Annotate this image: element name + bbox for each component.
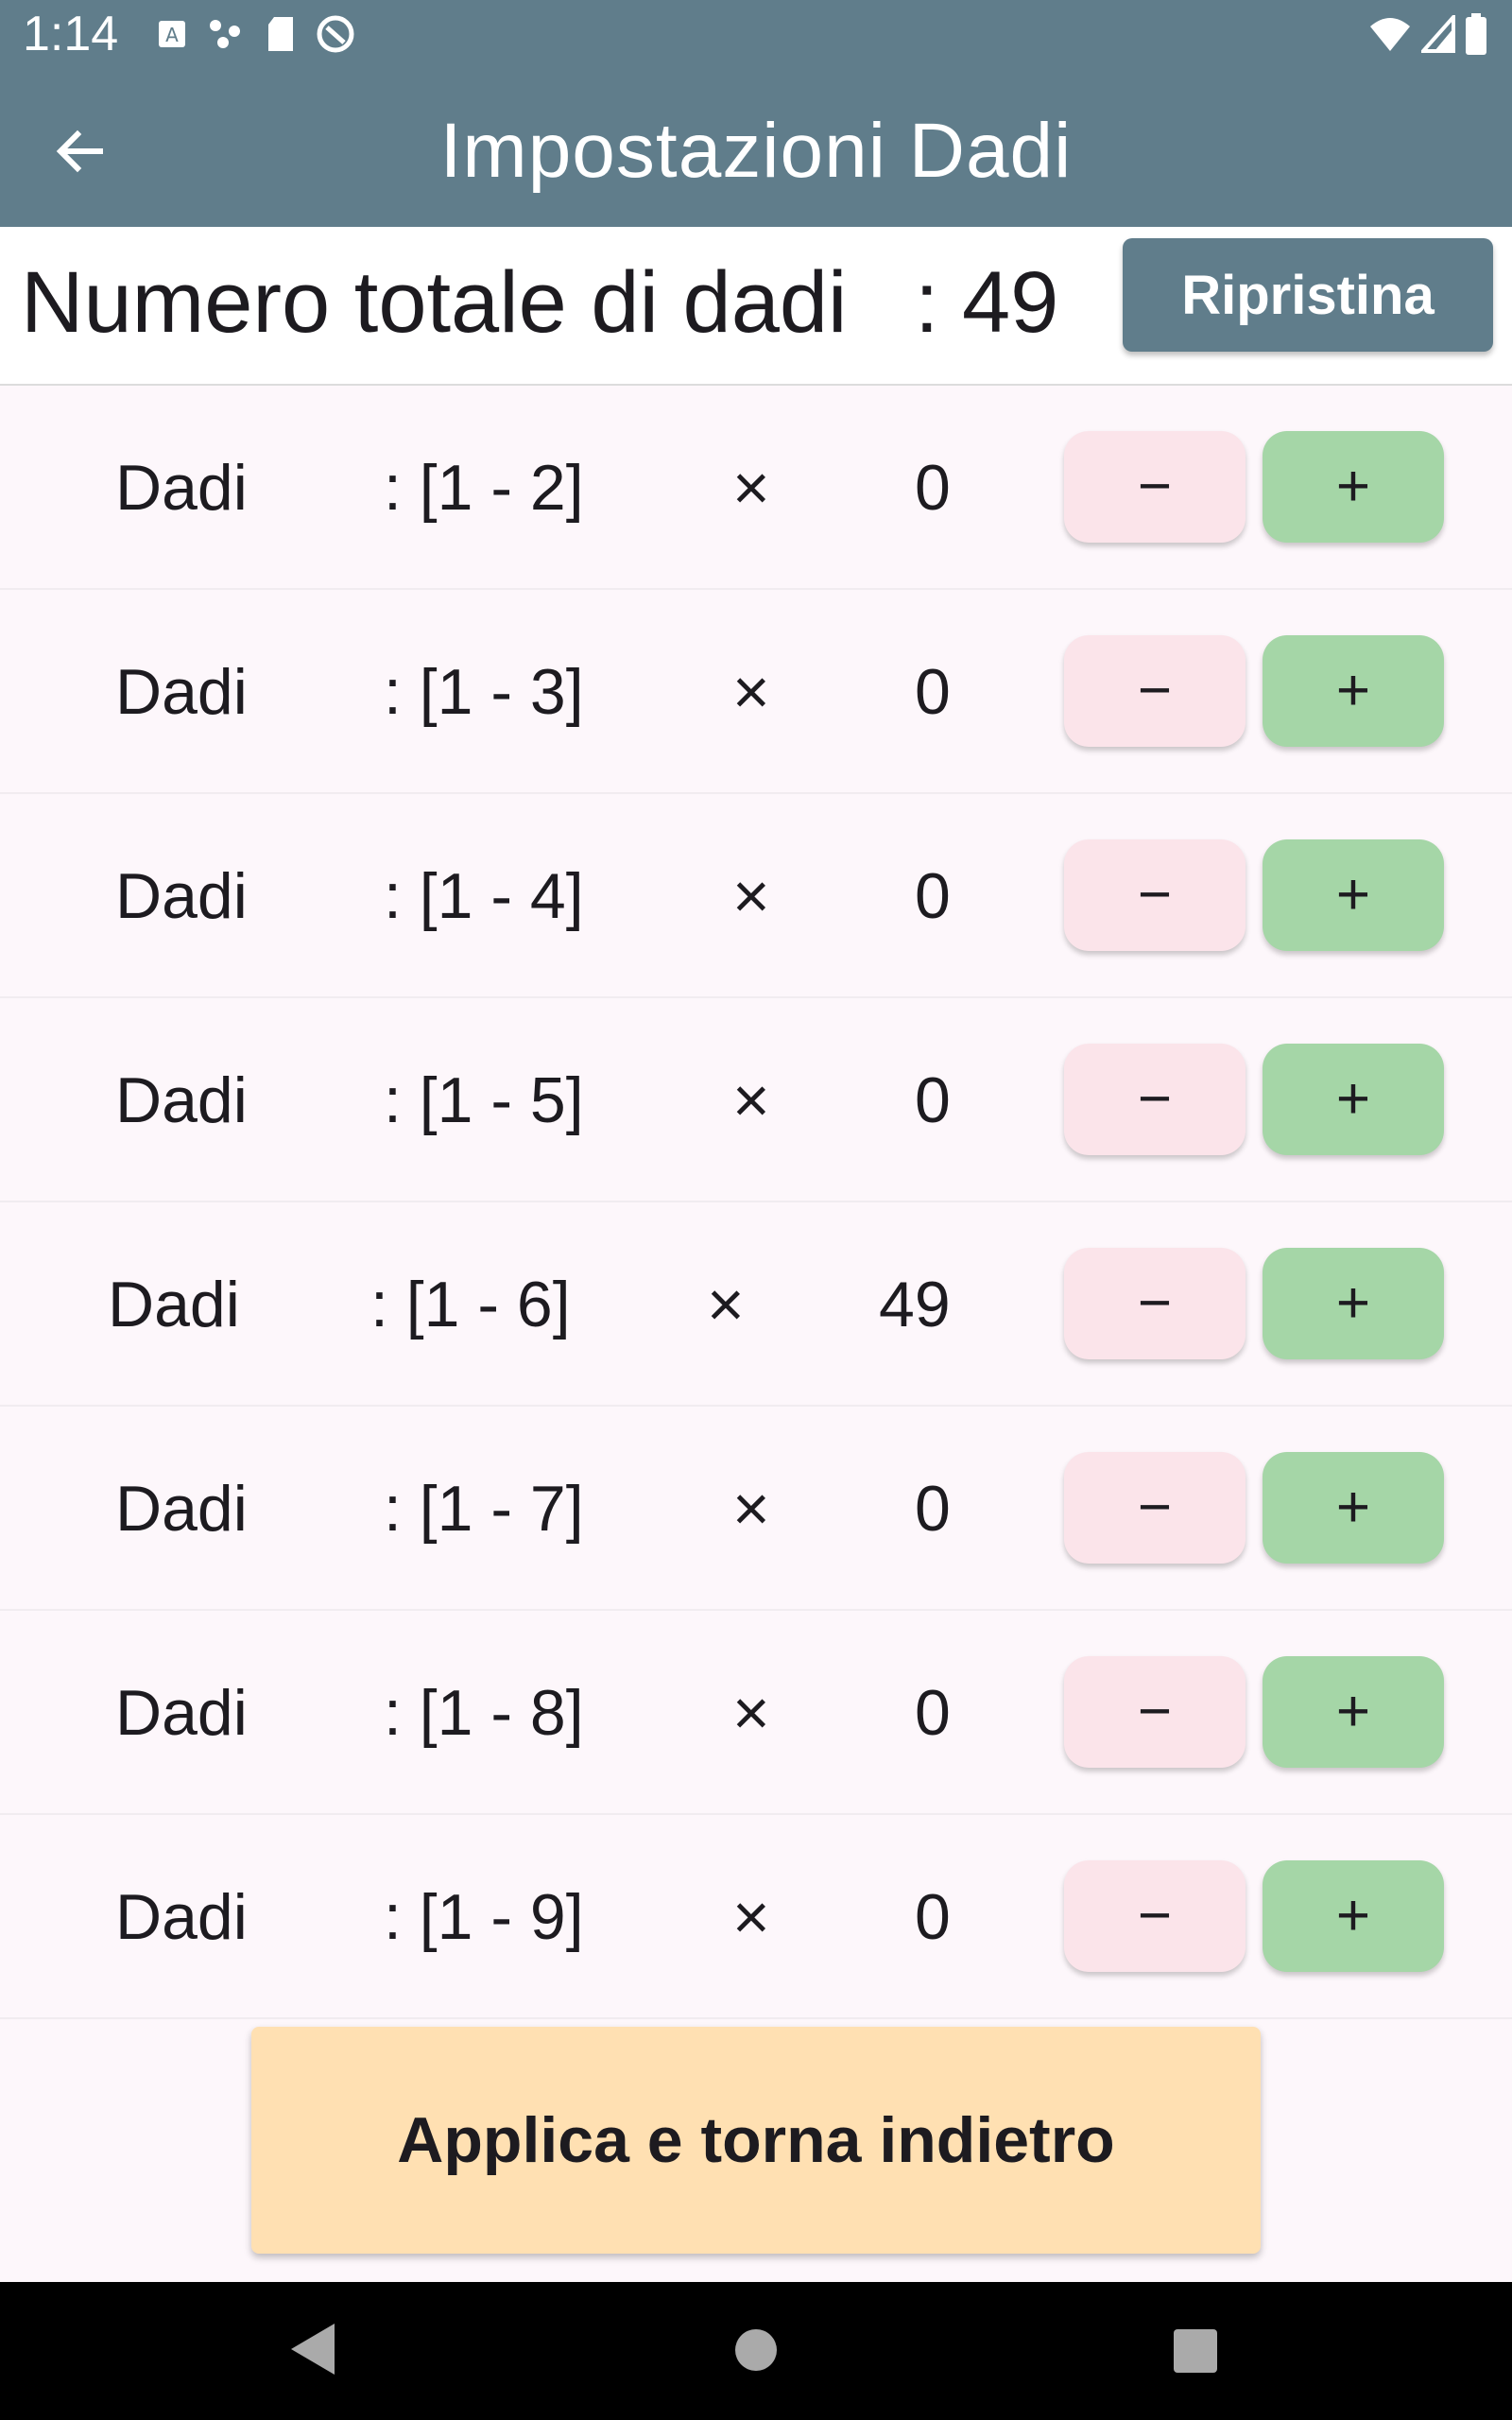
- dice-row-1-7: Dadi : [1 - 7] × 0 − +: [0, 1407, 1512, 1611]
- dice-label: Dadi: [115, 1473, 248, 1545]
- increment-button[interactable]: +: [1263, 431, 1444, 543]
- dice-count: 0: [915, 1064, 951, 1136]
- signal-icon: [1421, 15, 1455, 53]
- increment-button[interactable]: +: [1263, 839, 1444, 951]
- nav-back-icon[interactable]: [289, 2322, 338, 2377]
- times-icon: ×: [732, 860, 770, 932]
- sync-icon: [317, 15, 354, 53]
- dice-label: Dadi: [115, 452, 248, 524]
- dice-count: 0: [915, 452, 951, 524]
- times-icon: ×: [732, 1881, 770, 1953]
- a-notification-icon: A: [159, 21, 185, 47]
- reset-button[interactable]: Ripristina: [1123, 238, 1493, 352]
- dice-row-1-8: Dadi : [1 - 8] × 0 − +: [0, 1611, 1512, 1815]
- increment-button[interactable]: +: [1263, 1656, 1444, 1768]
- status-time: 1:14: [23, 7, 119, 61]
- sd-card-icon: [268, 17, 293, 51]
- dice-label: Dadi: [108, 1269, 240, 1340]
- dice-label: Dadi: [115, 1677, 248, 1749]
- system-nav-bar: [0, 2282, 1512, 2420]
- nav-home-icon[interactable]: [735, 2329, 777, 2371]
- nav-recents-icon[interactable]: [1174, 2329, 1217, 2373]
- increment-button[interactable]: +: [1263, 635, 1444, 747]
- dice-row-1-5: Dadi : [1 - 5] × 0 − +: [0, 998, 1512, 1202]
- dice-row-1-4: Dadi : [1 - 4] × 0 − +: [0, 794, 1512, 998]
- dice-label: Dadi: [115, 1881, 248, 1953]
- dice-range: : [1 - 6]: [370, 1269, 571, 1340]
- dice-range: : [1 - 8]: [384, 1677, 584, 1749]
- dice-range: : [1 - 3]: [384, 656, 584, 728]
- times-icon: ×: [707, 1269, 745, 1340]
- decrement-button[interactable]: −: [1064, 1044, 1246, 1155]
- total-dice-colon: :: [915, 254, 939, 351]
- app-bar: Impostazioni Dadi: [0, 68, 1512, 227]
- increment-button[interactable]: +: [1263, 1248, 1444, 1359]
- decrement-button[interactable]: −: [1064, 1248, 1246, 1359]
- dice-count: 49: [879, 1269, 951, 1340]
- dice-count: 0: [915, 860, 951, 932]
- apply-and-back-button[interactable]: Applica e torna indietro: [251, 2027, 1261, 2254]
- dice-count: 0: [915, 1881, 951, 1953]
- dice-row-1-9: Dadi : [1 - 9] × 0 − +: [0, 1815, 1512, 2019]
- times-icon: ×: [732, 1064, 770, 1136]
- dice-row-1-3: Dadi : [1 - 3] × 0 − +: [0, 590, 1512, 794]
- svg-text:A: A: [165, 24, 179, 46]
- dots-notification-icon: [210, 20, 240, 48]
- dice-range: : [1 - 2]: [384, 452, 584, 524]
- decrement-button[interactable]: −: [1064, 1860, 1246, 1972]
- decrement-button[interactable]: −: [1064, 1656, 1246, 1768]
- dice-count: 0: [915, 1473, 951, 1545]
- dice-range: : [1 - 7]: [384, 1473, 584, 1545]
- times-icon: ×: [732, 656, 770, 728]
- dice-count: 0: [915, 1677, 951, 1749]
- status-system-icons: [1368, 11, 1487, 57]
- dice-range: : [1 - 4]: [384, 860, 584, 932]
- dice-range: : [1 - 9]: [384, 1881, 584, 1953]
- decrement-button[interactable]: −: [1064, 635, 1246, 747]
- wifi-icon: [1370, 18, 1410, 51]
- dice-count: 0: [915, 656, 951, 728]
- increment-button[interactable]: +: [1263, 1860, 1444, 1972]
- dice-row-1-6: Dadi : [1 - 6] × 49 − +: [0, 1202, 1512, 1407]
- increment-button[interactable]: +: [1263, 1452, 1444, 1564]
- status-bar: 1:14 A: [0, 0, 1512, 68]
- dice-label: Dadi: [115, 656, 248, 728]
- page-title: Impostazioni Dadi: [439, 108, 1073, 194]
- dice-label: Dadi: [115, 860, 248, 932]
- times-icon: ×: [732, 1677, 770, 1749]
- times-icon: ×: [732, 452, 770, 524]
- dice-label: Dadi: [115, 1064, 248, 1136]
- status-notification-icons: A: [157, 13, 355, 55]
- dice-row-1-2: Dadi : [1 - 2] × 0 − +: [0, 386, 1512, 590]
- total-dice-label: Numero totale di dadi: [21, 254, 848, 351]
- decrement-button[interactable]: −: [1064, 1452, 1246, 1564]
- total-dice-value: 49: [962, 254, 1059, 351]
- battery-icon: [1466, 13, 1486, 55]
- decrement-button[interactable]: −: [1064, 431, 1246, 543]
- dice-total-summary: Numero totale di dadi : 49 Ripristina: [0, 227, 1512, 386]
- dice-range: : [1 - 5]: [384, 1064, 584, 1136]
- increment-button[interactable]: +: [1263, 1044, 1444, 1155]
- dice-list: Dadi : [1 - 2] × 0 − + Dadi : [1 - 3] × …: [0, 386, 1512, 2019]
- times-icon: ×: [732, 1473, 770, 1545]
- decrement-button[interactable]: −: [1064, 839, 1246, 951]
